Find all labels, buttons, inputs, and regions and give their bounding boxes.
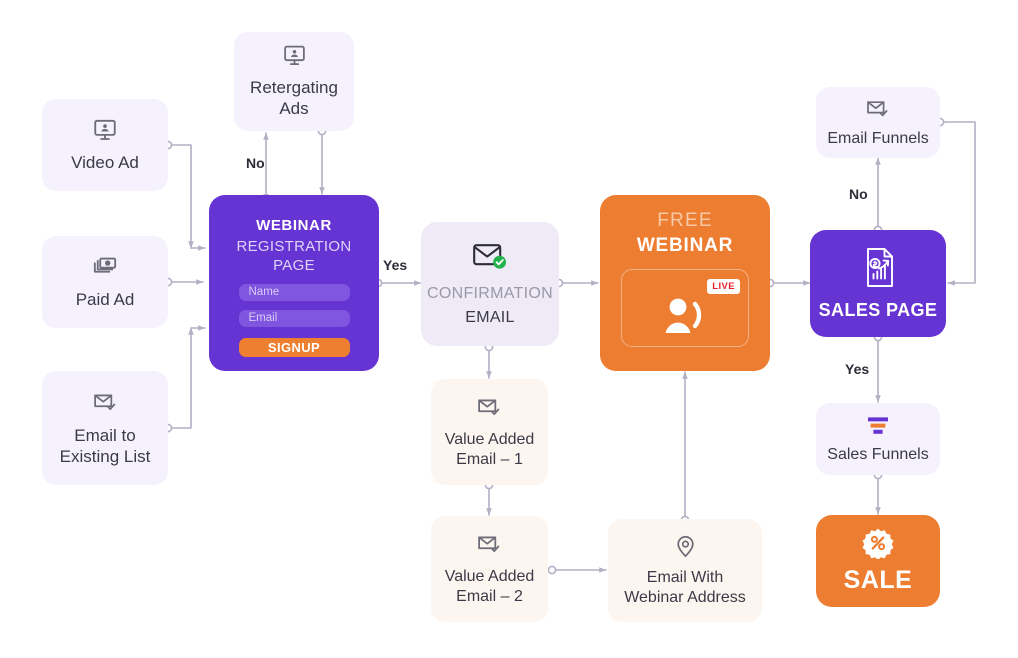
banknotes-icon bbox=[92, 254, 118, 280]
node-webinar-registration-page[interactable]: WEBINAR REGISTRATION PAGE Name Email SIG… bbox=[209, 195, 379, 371]
node-video-ad[interactable]: Video Ad bbox=[42, 99, 168, 191]
node-label: Sales Funnels bbox=[827, 445, 929, 463]
node-paid-ad[interactable]: Paid Ad bbox=[42, 236, 168, 328]
monitor-person-icon bbox=[92, 117, 118, 143]
webinar-screen: LIVE bbox=[621, 269, 749, 348]
edge-label-yes-sales-funnels: Yes bbox=[845, 361, 870, 377]
node-value-added-email-1[interactable]: Value Added Email – 1 bbox=[431, 379, 548, 485]
map-pin-icon bbox=[673, 534, 698, 559]
registration-title-line1: WEBINAR bbox=[256, 217, 332, 234]
webinar-title-line2: WEBINAR bbox=[636, 235, 734, 257]
node-label: Email to Existing List bbox=[59, 425, 151, 466]
live-badge: LIVE bbox=[707, 279, 740, 294]
funnel-icon bbox=[863, 414, 893, 438]
name-input[interactable]: Name bbox=[238, 283, 350, 301]
envelope-check-icon bbox=[92, 389, 119, 416]
node-sales-funnels[interactable]: Sales Funnels bbox=[816, 403, 940, 475]
envelope-check-icon bbox=[865, 96, 891, 122]
node-email-with-webinar-address[interactable]: Email With Webinar Address bbox=[608, 519, 762, 622]
sales-document-icon bbox=[857, 245, 899, 291]
node-confirmation-email[interactable]: CONFIRMATION EMAIL bbox=[421, 222, 559, 346]
email-input[interactable]: Email bbox=[238, 309, 350, 327]
monitor-person-icon bbox=[282, 43, 307, 68]
node-value-added-email-2[interactable]: Value Added Email – 2 bbox=[431, 516, 548, 622]
webinar-title-line1: FREE bbox=[657, 210, 713, 231]
node-free-webinar[interactable]: FREE WEBINAR LIVE bbox=[600, 195, 770, 371]
node-email-funnels[interactable]: Email Funnels bbox=[816, 87, 940, 158]
edge-label-no-retargeting: No bbox=[246, 155, 265, 171]
node-retargeting-ads[interactable]: Retergating Ads bbox=[234, 32, 354, 131]
node-label: Email Funnels bbox=[827, 130, 929, 148]
node-label: SALE bbox=[843, 565, 913, 594]
node-label: Email With Webinar Address bbox=[624, 568, 746, 606]
node-label: Retergating Ads bbox=[250, 78, 338, 118]
edge-label-yes-confirmation: Yes bbox=[383, 257, 408, 273]
node-email-to-existing-list[interactable]: Email to Existing List bbox=[42, 371, 168, 485]
confirmation-line2: EMAIL bbox=[465, 309, 515, 326]
signup-button[interactable]: SIGNUP bbox=[238, 337, 350, 358]
envelope-check-icon bbox=[476, 531, 503, 558]
presenter-icon bbox=[659, 293, 711, 341]
node-label: Paid Ad bbox=[75, 289, 135, 309]
confirmation-line1: CONFIRMATION bbox=[427, 285, 553, 303]
registration-title-line2: REGISTRATION PAGE bbox=[236, 238, 352, 274]
node-label: Value Added Email – 2 bbox=[444, 568, 535, 605]
node-sales-page[interactable]: SALES PAGE bbox=[810, 230, 946, 337]
node-sale[interactable]: SALE bbox=[816, 515, 940, 607]
flowchart-canvas: No Yes No Yes Video Ad Paid Ad Email to … bbox=[0, 0, 1018, 658]
edge-label-no-email-funnels: No bbox=[849, 186, 868, 202]
node-label: SALES PAGE bbox=[818, 300, 938, 321]
node-label: Video Ad bbox=[71, 152, 139, 172]
envelope-check-badge-icon bbox=[470, 240, 510, 272]
node-label: Value Added Email – 1 bbox=[444, 431, 535, 468]
envelope-check-icon bbox=[476, 394, 503, 421]
discount-badge-icon bbox=[862, 527, 894, 560]
